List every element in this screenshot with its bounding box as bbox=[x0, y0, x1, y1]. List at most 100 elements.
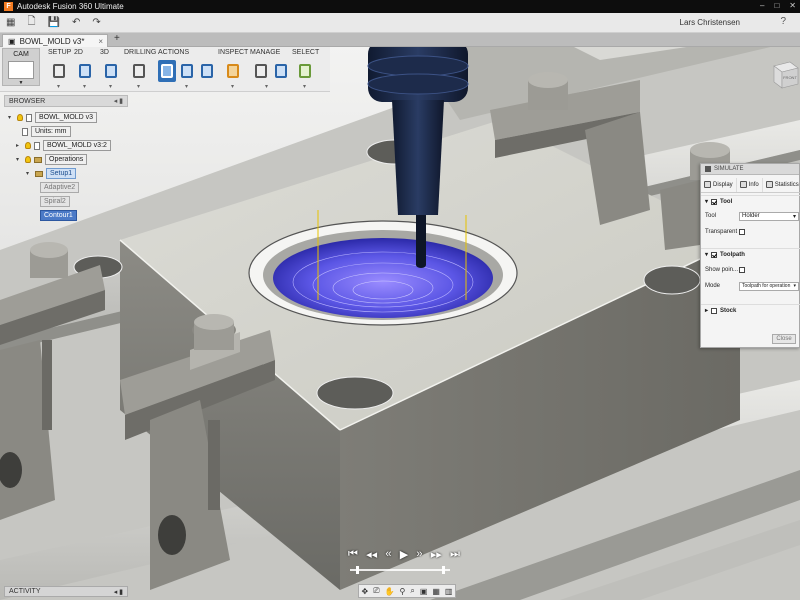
select-dropdown-icon[interactable]: ▾ bbox=[303, 83, 306, 90]
template-library-button[interactable] bbox=[272, 60, 290, 82]
activity-controls[interactable]: ◂ ▮ bbox=[114, 588, 123, 596]
collapse-arrow-icon[interactable]: ▾ bbox=[705, 251, 708, 258]
collapse-arrow-icon[interactable]: ▾ bbox=[705, 198, 708, 205]
tree-item-contour1[interactable]: Contour1 bbox=[40, 210, 77, 221]
tab-info[interactable]: Info bbox=[737, 177, 763, 192]
tree-item-root[interactable]: ▾ BOWL_MOLD v3 bbox=[8, 112, 98, 123]
look-at-icon[interactable]: ⎚ bbox=[373, 586, 379, 596]
save-icon[interactable]: 💾 bbox=[48, 17, 60, 28]
2d-dropdown-icon[interactable]: ▾ bbox=[83, 83, 86, 90]
tree-item-adaptive2[interactable]: Adaptive2 bbox=[40, 182, 80, 193]
go-to-start-button[interactable]: ⏮ bbox=[348, 548, 358, 561]
measure-button[interactable] bbox=[224, 60, 242, 82]
stock-checkbox[interactable] bbox=[711, 307, 718, 314]
tree-item-units[interactable]: Units: mm bbox=[22, 126, 71, 137]
orbit-icon[interactable]: ✥ bbox=[361, 587, 368, 596]
expand-arrow-icon[interactable]: ▸ bbox=[705, 307, 708, 314]
tree-item-spiral2[interactable]: Spiral2 bbox=[40, 196, 70, 207]
tree-item-operations[interactable]: ▾ Operations bbox=[16, 154, 88, 165]
group-3d[interactable]: 3D bbox=[100, 49, 109, 56]
zoom-icon[interactable]: ⚲ bbox=[400, 587, 406, 596]
group-2d[interactable]: 2D bbox=[74, 49, 83, 56]
setup-dropdown-icon[interactable]: ▾ bbox=[57, 83, 60, 90]
simulate-panel-header[interactable]: SIMULATE bbox=[701, 164, 799, 175]
new-tab-button[interactable]: + bbox=[114, 33, 120, 44]
setup-sheet-button[interactable] bbox=[198, 60, 216, 82]
play-button[interactable]: ▶ bbox=[400, 548, 408, 561]
visibility-bulb-icon[interactable] bbox=[25, 156, 31, 163]
inspect-dropdown-icon[interactable]: ▾ bbox=[231, 83, 234, 90]
view-cube[interactable]: FRONT bbox=[766, 58, 800, 92]
group-drilling[interactable]: DRILLING bbox=[124, 49, 156, 56]
tool-select[interactable]: Holder ▾ bbox=[739, 211, 799, 221]
timeline-start-handle[interactable] bbox=[356, 566, 359, 574]
2d-toolpath-button[interactable] bbox=[76, 60, 94, 82]
minimize-button[interactable]: – bbox=[760, 1, 764, 10]
grid-menu-icon[interactable]: ▦ bbox=[6, 17, 15, 28]
toolpath-checkbox[interactable] bbox=[711, 251, 718, 258]
drilling-dropdown-icon[interactable]: ▾ bbox=[137, 83, 140, 90]
expand-arrow-icon[interactable]: ▸ bbox=[16, 142, 22, 149]
transparent-checkbox[interactable] bbox=[739, 229, 745, 235]
display-settings-icon[interactable]: ▣ bbox=[420, 587, 428, 596]
select-button[interactable] bbox=[296, 60, 314, 82]
group-setup[interactable]: SETUP bbox=[48, 49, 71, 56]
step-forward-fast-button[interactable]: ▸▸ bbox=[431, 548, 442, 561]
collapse-arrow-icon[interactable]: ▾ bbox=[16, 156, 22, 163]
tab-statistics[interactable]: Statistics bbox=[763, 178, 800, 192]
user-name[interactable]: Lars Christensen bbox=[680, 18, 740, 27]
simulate-button[interactable] bbox=[158, 60, 176, 82]
timeline-position-handle[interactable] bbox=[442, 566, 445, 574]
timeline-track[interactable] bbox=[350, 569, 450, 571]
group-inspect[interactable]: INSPECT bbox=[218, 49, 248, 56]
undo-icon[interactable]: ↶ bbox=[72, 17, 80, 28]
actions-dropdown-icon[interactable]: ▾ bbox=[185, 83, 188, 90]
redo-icon[interactable]: ↷ bbox=[92, 17, 100, 28]
tool-checkbox[interactable] bbox=[711, 198, 718, 205]
viewports-icon[interactable]: ▥ bbox=[445, 587, 453, 596]
step-forward-button[interactable]: » bbox=[416, 548, 422, 560]
group-select[interactable]: SELECT bbox=[292, 49, 319, 56]
visibility-bulb-icon[interactable] bbox=[25, 142, 31, 149]
collapse-arrow-icon[interactable]: ▾ bbox=[8, 114, 14, 121]
step-back-fast-button[interactable]: ◂◂ bbox=[366, 548, 377, 561]
tree-item-setup1[interactable]: ▾ Setup1 bbox=[26, 168, 77, 179]
group-actions[interactable]: ACTIONS bbox=[158, 49, 189, 56]
activity-panel-header[interactable]: ACTIVITY ◂ ▮ bbox=[4, 586, 128, 597]
panel-menu-icon[interactable] bbox=[705, 166, 711, 172]
file-icon[interactable]: 🗋 bbox=[27, 14, 35, 31]
visibility-bulb-icon[interactable] bbox=[17, 114, 23, 121]
manage-dropdown-icon[interactable]: ▾ bbox=[265, 83, 268, 90]
tab-display[interactable]: Display bbox=[701, 177, 737, 192]
pan-icon[interactable]: ✋ bbox=[385, 587, 395, 596]
browser-controls[interactable]: ◂ ▮ bbox=[114, 97, 123, 105]
mode-select[interactable]: Toolpath for operation ▾ bbox=[739, 281, 799, 291]
drill-button[interactable] bbox=[130, 60, 148, 82]
tool-section-header[interactable]: ▾ Tool bbox=[701, 195, 800, 207]
close-tab-icon[interactable]: × bbox=[98, 37, 103, 46]
toolpath-section-header[interactable]: ▾ Toolpath bbox=[701, 248, 800, 260]
maximize-button[interactable]: □ bbox=[774, 1, 779, 10]
go-to-end-button[interactable]: ⏭ bbox=[450, 548, 460, 561]
3d-dropdown-icon[interactable]: ▾ bbox=[109, 83, 112, 90]
stock-section-header[interactable]: ▸ Stock bbox=[701, 304, 800, 316]
3d-toolpath-icon bbox=[105, 64, 117, 78]
help-icon[interactable]: ? bbox=[780, 16, 786, 27]
group-manage[interactable]: MANAGE bbox=[250, 49, 280, 56]
zoom-window-icon[interactable]: ⌕ bbox=[410, 586, 414, 596]
stock-section-label: Stock bbox=[720, 307, 737, 314]
close-button[interactable]: Close bbox=[772, 334, 796, 344]
tree-item-component[interactable]: ▸ BOWL_MOLD v3:2 bbox=[16, 140, 111, 151]
3d-toolpath-button[interactable] bbox=[102, 60, 120, 82]
new-setup-button[interactable] bbox=[50, 60, 68, 82]
post-process-button[interactable] bbox=[178, 60, 196, 82]
workspace-switcher[interactable]: CAM ▼ bbox=[2, 48, 40, 86]
document-tab[interactable]: ▣ BOWL_MOLD v3* × bbox=[2, 34, 108, 47]
close-window-button[interactable]: ✕ bbox=[789, 1, 796, 10]
browser-header[interactable]: BROWSER ◂ ▮ bbox=[4, 95, 128, 107]
show-points-checkbox[interactable] bbox=[739, 267, 745, 273]
grid-settings-icon[interactable]: ▦ bbox=[432, 587, 440, 596]
collapse-arrow-icon[interactable]: ▾ bbox=[26, 170, 32, 177]
step-back-button[interactable]: « bbox=[385, 548, 391, 560]
tool-library-button[interactable] bbox=[252, 60, 270, 82]
